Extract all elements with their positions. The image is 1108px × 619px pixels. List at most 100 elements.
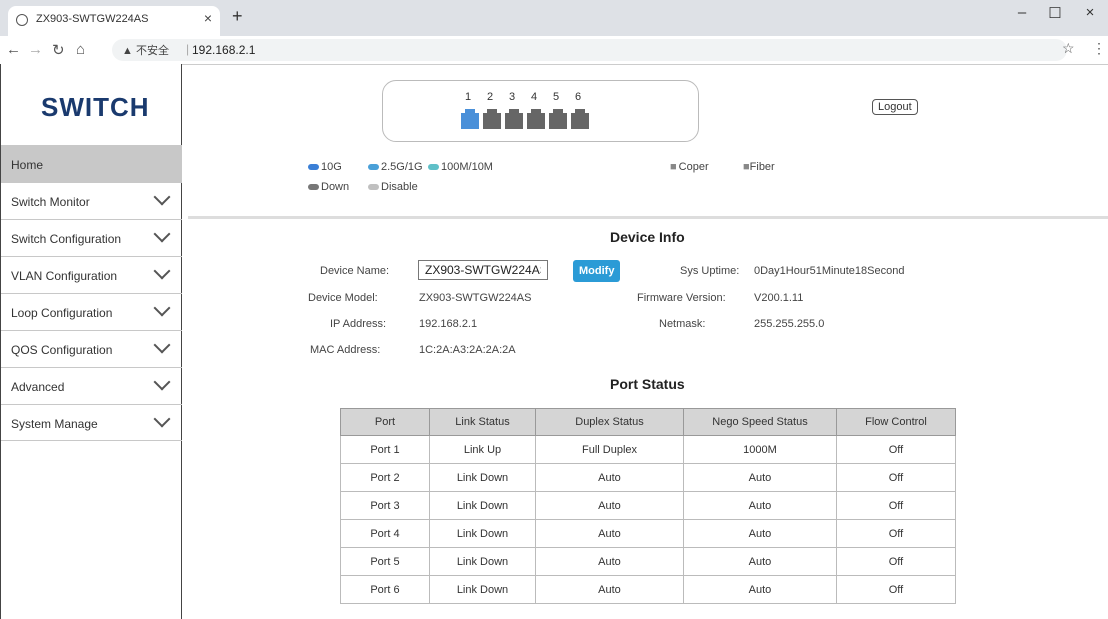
table-row: Port 2 Link Down Auto Auto Off [340, 463, 956, 492]
sidebar-item-label: Advanced [11, 380, 65, 394]
sidebar-item-home[interactable]: Home [1, 145, 182, 182]
table-cell: Auto [535, 547, 684, 576]
browser-menu-icon[interactable]: ⋮ [1092, 40, 1106, 57]
netmask-value: 255.255.255.0 [754, 318, 825, 330]
table-cell: Port 1 [340, 435, 430, 464]
legend-label: 10G [321, 161, 342, 173]
sidebar-item-vlan-configuration[interactable]: VLAN Configuration [1, 256, 182, 293]
table-cell: Port 2 [340, 463, 430, 492]
table-cell: Off [836, 519, 956, 548]
legend-label: Coper [678, 161, 709, 173]
minimize-icon[interactable]: – [1012, 4, 1032, 21]
table-header-row: Port Link Status Duplex Status Nego Spee… [340, 408, 956, 436]
port-number: 1 [465, 91, 472, 103]
sidebar-item-label: System Manage [11, 417, 98, 431]
forward-icon[interactable]: → [28, 41, 43, 58]
close-tab-icon[interactable]: × [204, 10, 212, 26]
sidebar-item-loop-configuration[interactable]: Loop Configuration [1, 293, 182, 330]
port-3[interactable]: 3 [505, 91, 523, 129]
security-warning[interactable]: ▲ 不安全 [122, 42, 169, 58]
device-model-value: ZX903-SWTGW224AS [419, 292, 532, 304]
column-header: Nego Speed Status [683, 408, 837, 436]
port-number: 5 [553, 91, 560, 103]
device-info-title: Device Info [610, 229, 685, 245]
port-4[interactable]: 4 [527, 91, 545, 129]
ip-address-label: IP Address: [330, 318, 387, 330]
browser-tab[interactable]: ZX903-SWTGW224AS × [8, 6, 220, 36]
sidebar-item-advanced[interactable]: Advanced [1, 367, 182, 404]
maximize-icon[interactable]: ☐ [1045, 4, 1065, 22]
bookmark-star-icon[interactable]: ☆ [1062, 40, 1075, 57]
port-6[interactable]: 6 [571, 91, 589, 129]
port-body [461, 113, 479, 129]
table-cell: Link Down [429, 463, 536, 492]
port-body [483, 113, 501, 129]
back-icon[interactable]: ← [6, 41, 21, 58]
device-name-field[interactable] [418, 260, 548, 280]
table-row: Port 6 Link Down Auto Auto Off [340, 575, 956, 604]
coper-icon: ■ [670, 161, 677, 173]
table-cell: Link Up [429, 435, 536, 464]
table-cell: Link Down [429, 547, 536, 576]
address-bar: ← → ↻ ⌂ ▲ 不安全 | 192.168.2.1 ☆ ⋮ [0, 36, 1108, 65]
device-model-label: Device Model: [308, 292, 378, 304]
port-body [571, 113, 589, 129]
table-cell: Auto [683, 463, 837, 492]
table-cell: Auto [535, 491, 684, 520]
legend-fiber: ■Fiber [743, 161, 775, 173]
table-cell: 1000M [683, 435, 837, 464]
chevron-down-icon [153, 262, 171, 280]
sidebar-item-switch-monitor[interactable]: Switch Monitor [1, 182, 182, 219]
logo: SWITCH [41, 92, 150, 122]
table-cell: Port 6 [340, 575, 430, 604]
legend-down: Down [308, 181, 349, 193]
table-cell: Auto [535, 575, 684, 604]
new-tab-icon[interactable]: + [232, 6, 243, 27]
port-1[interactable]: 1 [461, 91, 479, 129]
sidebar-item-label: Home [11, 158, 44, 172]
sidebar-item-system-manage[interactable]: System Manage [1, 404, 182, 441]
ip-address-value: 192.168.2.1 [419, 318, 478, 330]
window-close-icon[interactable]: × [1080, 4, 1100, 21]
column-header: Duplex Status [535, 408, 684, 436]
table-cell: Link Down [429, 575, 536, 604]
table-row: Port 1 Link Up Full Duplex 1000M Off [340, 435, 956, 464]
table-cell: Off [836, 435, 956, 464]
reload-icon[interactable]: ↻ [52, 41, 65, 59]
port-number: 3 [509, 91, 516, 103]
table-cell: Link Down [429, 491, 536, 520]
browser-tab-bar: ZX903-SWTGW224AS × + – ☐ × [0, 0, 1108, 36]
legend-label: 100M/10M [441, 161, 493, 173]
logout-button[interactable]: Logout [872, 99, 918, 115]
port-2[interactable]: 2 [483, 91, 501, 129]
table-cell: Off [836, 491, 956, 520]
legend-swatch [368, 164, 379, 171]
column-header: Link Status [429, 408, 536, 436]
url-field[interactable]: ▲ 不安全 | 192.168.2.1 [112, 39, 1067, 61]
legend-swatch [308, 164, 319, 171]
home-icon[interactable]: ⌂ [76, 41, 85, 58]
table-cell: Auto [683, 547, 837, 576]
legend-label: Disable [381, 181, 418, 193]
sidebar-item-switch-configuration[interactable]: Switch Configuration [1, 219, 182, 256]
column-header: Port [340, 408, 430, 436]
port-5[interactable]: 5 [549, 91, 567, 129]
table-row: Port 5 Link Down Auto Auto Off [340, 547, 956, 576]
chevron-down-icon [153, 410, 171, 428]
sidebar: SWITCH Home Switch Monitor Switch Config… [0, 64, 182, 619]
sys-uptime-value: 0Day1Hour51Minute18Second [754, 265, 905, 277]
sidebar-item-qos-configuration[interactable]: QOS Configuration [1, 330, 182, 367]
legend-label: Down [321, 181, 350, 193]
url-text[interactable]: 192.168.2.1 [192, 43, 255, 57]
chevron-down-icon [153, 373, 171, 391]
table-row: Port 4 Link Down Auto Auto Off [340, 519, 956, 548]
sidebar-menu: Home Switch Monitor Switch Configuration… [1, 145, 182, 441]
main-content: 1 2 3 4 5 6 Logout 10G 2.5G/1G 100M/10M … [182, 64, 1108, 619]
table-cell: Auto [535, 463, 684, 492]
firmware-label: Firmware Version: [637, 292, 726, 304]
legend-label: 2.5G/1G [381, 161, 423, 173]
modify-button[interactable]: Modify [573, 260, 621, 282]
column-header: Flow Control [836, 408, 956, 436]
table-cell: Full Duplex [535, 435, 684, 464]
firmware-value: V200.1.11 [754, 292, 804, 304]
